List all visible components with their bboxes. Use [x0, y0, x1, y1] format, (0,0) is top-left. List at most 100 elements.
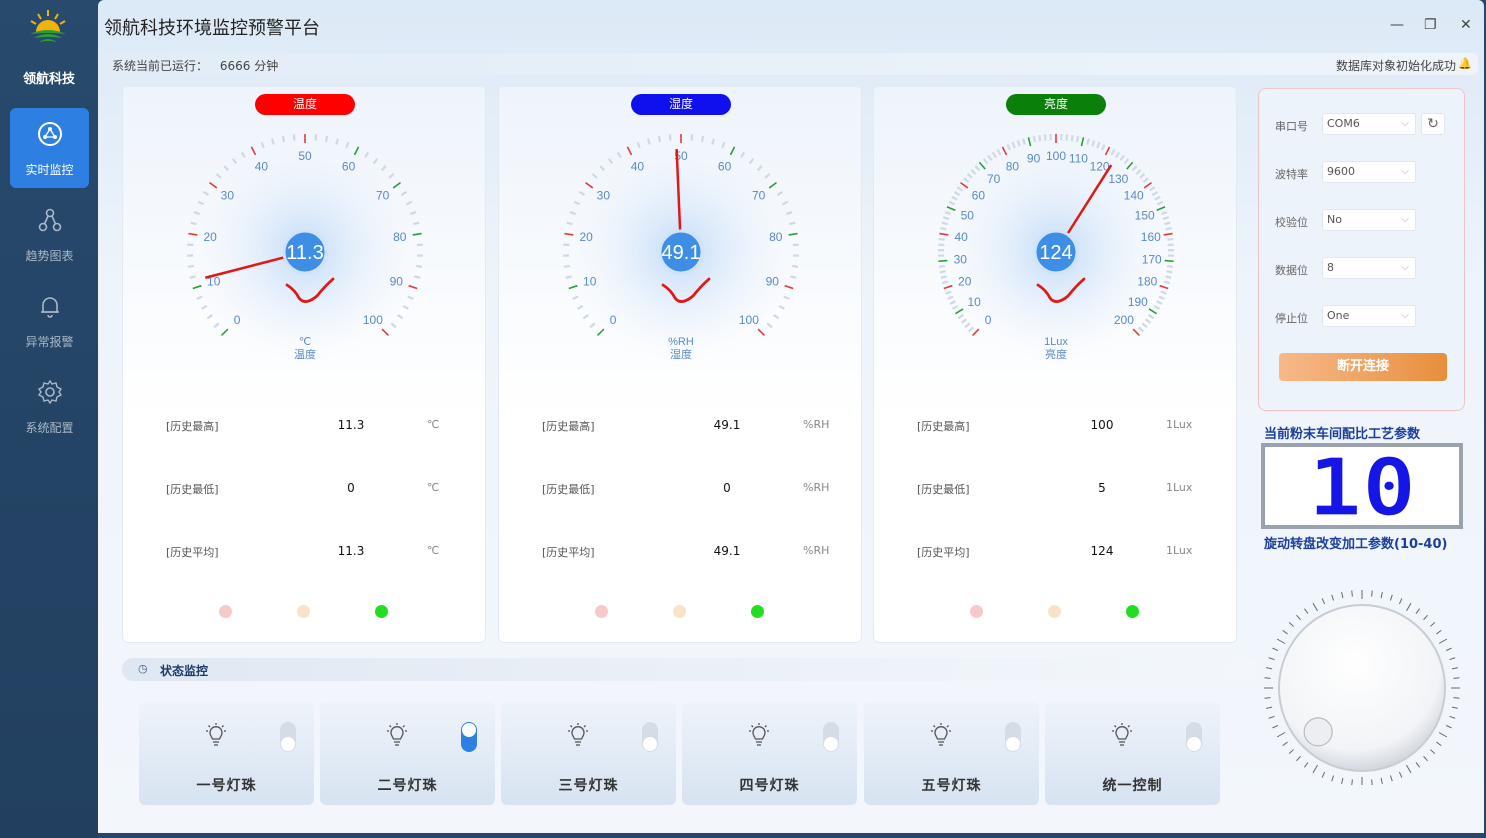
stat-unit: %RH: [803, 481, 830, 494]
gauge-card: 温度 0 10 20 30 40 50 60 70 80 90 100 11.3 ℃ 温度 [历史最高] …: [122, 86, 486, 643]
gauge-dial: 010203040506070809010011.3℃温度: [187, 134, 423, 364]
gauge-tick-label: 70: [987, 172, 1001, 186]
gauge-tick-label: 20: [958, 275, 972, 289]
logo-icon: [30, 10, 66, 42]
databits-select[interactable]: 8 ⌵: [1322, 257, 1416, 279]
stat-value: 49.1: [713, 544, 741, 558]
chevron-down-icon: ⌵: [1401, 214, 1409, 225]
lamp-name: 二号灯珠: [377, 778, 438, 794]
alarm-light-green: [375, 605, 388, 618]
gauge-card: 湿度 0 10 20 30 40 50 60 70 80 90 100 49.1 %RH 湿度 [历史最高…: [498, 86, 862, 643]
gauge-tick-label: 100: [739, 313, 759, 327]
gauge-tick-label: 40: [955, 230, 969, 244]
lamp-name: 三号灯珠: [558, 778, 619, 794]
close-icon[interactable]: ✕: [1460, 17, 1472, 33]
gauge-tick-label: 100: [1046, 149, 1066, 163]
chevron-down-icon: ⌵: [1401, 166, 1409, 177]
knob-title: 旋动转盘改变加工参数(10-40): [1264, 537, 1448, 552]
nav-label: 系统配置: [25, 421, 74, 435]
stopbits-select[interactable]: One ⌵: [1322, 305, 1416, 327]
parity-select[interactable]: No ⌵: [1322, 209, 1416, 231]
lamp-toggle[interactable]: [823, 722, 839, 752]
gauge-tick-label: 0: [610, 313, 617, 327]
gauge-tick-label: 70: [752, 189, 766, 203]
restore-icon[interactable]: ❐: [1424, 17, 1437, 33]
stat-unit: ℃: [427, 481, 440, 494]
stat-unit: 1Lux: [1166, 418, 1193, 431]
stat-unit: %RH: [803, 418, 830, 431]
nav-alarm[interactable]: 异常报警: [10, 280, 89, 360]
stat-label: [历史平均]: [917, 546, 970, 559]
chevron-down-icon: ⌵: [1401, 118, 1409, 129]
stat-value: 11.3: [337, 418, 365, 432]
notification-bell-icon[interactable]: 🔔: [1458, 57, 1472, 70]
alarm-light-green: [751, 605, 764, 618]
nav-label: 趋势图表: [25, 249, 74, 263]
alarm-light-red: [970, 605, 983, 618]
disconnect-button[interactable]: 断开连接: [1279, 353, 1447, 381]
gauge-tick-label: 170: [1142, 253, 1162, 267]
bulb-icon: [931, 723, 951, 746]
gauge-tick-label: 30: [597, 189, 611, 203]
param-knob[interactable]: [1258, 585, 1468, 785]
refresh-icon[interactable]: ↻: [1421, 113, 1445, 135]
gauge-tick-label: 180: [1137, 275, 1157, 289]
lamp-card: 五号灯珠: [864, 702, 1039, 805]
lamp-toggle[interactable]: [280, 722, 296, 752]
lamp-card: 二号灯珠: [320, 702, 495, 805]
gauge-tick-label: 30: [221, 189, 235, 203]
nav-trend-chart[interactable]: 趋势图表: [10, 194, 89, 274]
gauge-card: 亮度 0 10 20 30 40 50 60 70 80 90 100 110 120 130 140 150…: [873, 86, 1237, 643]
lamp-card: 一号灯珠: [139, 702, 314, 805]
port-label: 串口号: [1275, 120, 1308, 133]
gauge-value: 11.3: [286, 242, 323, 264]
gauge-tick-label: 130: [1108, 172, 1128, 186]
port-select[interactable]: COM6 ⌵: [1322, 113, 1416, 135]
lamp-toggle[interactable]: [1005, 722, 1021, 752]
lamp-name: 四号灯珠: [739, 778, 800, 794]
stat-value: 100: [1090, 418, 1114, 432]
sidebar: 领航科技 实时监控 趋势图表 异常报警 系统配置: [0, 0, 98, 838]
gauge-tick-label: 90: [766, 275, 780, 289]
nav-label: 实时监控: [25, 163, 74, 177]
window-title: 领航科技环境监控预警平台: [104, 18, 320, 39]
gauge-sublabel: 湿度: [670, 347, 692, 361]
gauge-value: 124: [1039, 242, 1072, 264]
gauge-tick-label: 100: [363, 313, 383, 327]
alarm-light-yellow: [1048, 605, 1061, 618]
parity-label: 校验位: [1275, 216, 1308, 229]
stat-unit: ℃: [427, 544, 440, 557]
gauge-value: 49.1: [662, 242, 701, 264]
gauge-tick-label: 200: [1114, 313, 1134, 327]
gauge-unit: %RH: [668, 336, 694, 348]
gauge-tick-label: 40: [631, 159, 645, 173]
gauge-tick-label: 80: [393, 230, 407, 244]
baud-select[interactable]: 9600 ⌵: [1322, 161, 1416, 183]
status-section-header: ◷ 状态监控: [122, 658, 1258, 681]
lamp-name: 一号灯珠: [196, 778, 257, 794]
alarm-light-red: [219, 605, 232, 618]
stat-label: [历史平均]: [542, 546, 595, 559]
nav-label: 异常报警: [25, 335, 74, 349]
gauge-unit: 1Lux: [1044, 336, 1068, 348]
bulb-icon: [749, 723, 769, 746]
stat-unit: 1Lux: [1166, 544, 1193, 557]
stat-label: [历史最低]: [917, 483, 970, 496]
alarm-light-green: [1126, 605, 1139, 618]
baud-label: 波特率: [1275, 168, 1308, 181]
process-param-title: 当前粉末车间配比工艺参数: [1264, 427, 1421, 442]
lamp-toggle[interactable]: [642, 722, 658, 752]
minimize-icon[interactable]: —: [1390, 17, 1404, 33]
gauge-sublabel: 亮度: [1045, 347, 1067, 361]
stat-label: [历史最高]: [166, 420, 219, 433]
lamp-toggle[interactable]: [1186, 722, 1202, 752]
stat-label: [历史最低]: [166, 483, 219, 496]
nav-realtime-monitor[interactable]: 实时监控: [10, 108, 89, 188]
nav-system-config[interactable]: 系统配置: [10, 366, 89, 446]
lamp-toggle[interactable]: [461, 722, 477, 752]
knob-indicator[interactable]: [1303, 717, 1333, 747]
lamp-card: 统一控制: [1045, 702, 1220, 805]
graph-icon: [38, 208, 62, 232]
runtime-value: 6666 分钟: [219, 59, 279, 73]
gauge-tick-label: 50: [961, 208, 975, 222]
